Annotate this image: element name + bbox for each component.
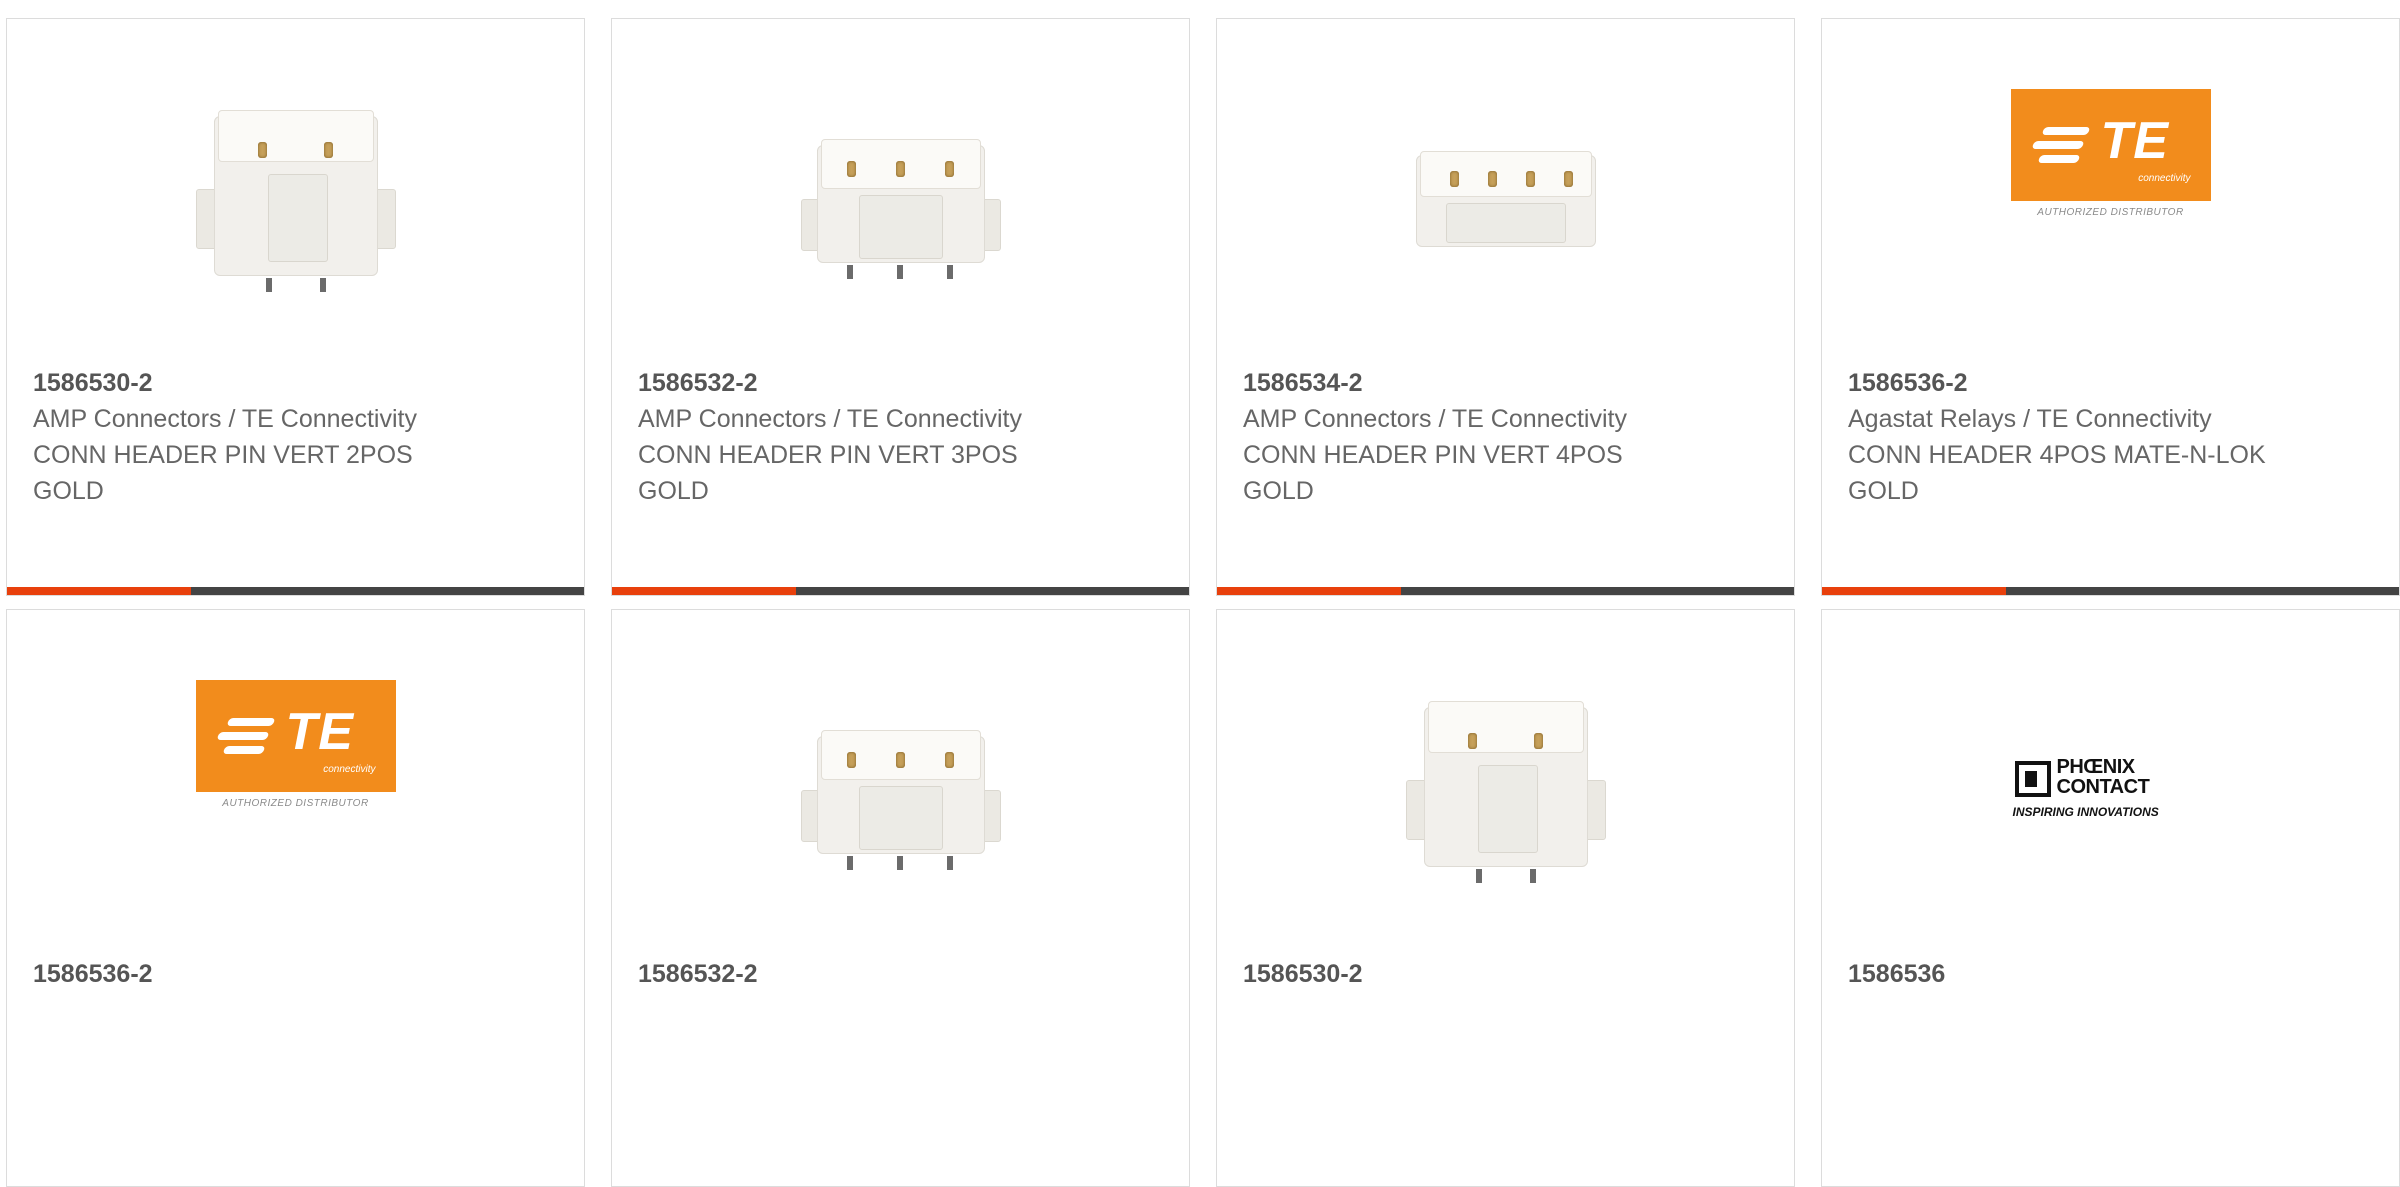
connector-4pos-image: [1406, 99, 1606, 299]
product-grid: 1586530-2 AMP Connectors / TE Connectivi…: [0, 0, 2400, 1187]
part-number[interactable]: 1586534-2: [1243, 365, 1673, 401]
product-image[interactable]: [1217, 680, 1794, 900]
product-card[interactable]: 1586530-2 AMP Connectors / TE Connectivi…: [6, 18, 585, 596]
part-number[interactable]: 1586536: [1848, 956, 2278, 992]
product-card[interactable]: 1586534-2 AMP Connectors / TE Connectivi…: [1216, 18, 1795, 596]
connector-3pos-image: [800, 99, 1001, 299]
part-number[interactable]: 1586532-2: [638, 956, 1068, 992]
product-card[interactable]: TE connectivity AUTHORIZED DISTRIBUTOR 1…: [1821, 18, 2400, 596]
part-number[interactable]: 1586536-2: [1848, 365, 2278, 401]
product-card[interactable]: TE connectivity AUTHORIZED DISTRIBUTOR 1…: [6, 609, 585, 1187]
product-image[interactable]: [612, 680, 1189, 900]
part-number[interactable]: 1586530-2: [33, 365, 463, 401]
te-connectivity-logo: TE connectivity AUTHORIZED DISTRIBUTOR: [2010, 89, 2211, 229]
product-image[interactable]: PHŒNIX CONTACT INSPIRING INNOVATIONS: [1822, 680, 2399, 900]
product-image[interactable]: TE connectivity AUTHORIZED DISTRIBUTOR: [7, 680, 584, 900]
description: CONN HEADER PIN VERT 4POS GOLD: [1243, 441, 1623, 505]
product-image[interactable]: TE connectivity AUTHORIZED DISTRIBUTOR: [1822, 89, 2399, 309]
accent-bar: [1822, 587, 2399, 595]
phoenix-contact-logo: PHŒNIX CONTACT INSPIRING INNOVATIONS: [2012, 756, 2159, 819]
product-card[interactable]: 1586532-2: [611, 609, 1190, 1187]
manufacturer: AMP Connectors / TE Connectivity: [638, 405, 1022, 433]
product-card[interactable]: 1586532-2 AMP Connectors / TE Connectivi…: [611, 18, 1190, 596]
description: CONN HEADER 4POS MATE-N-LOK GOLD: [1848, 441, 2266, 505]
part-number[interactable]: 1586532-2: [638, 365, 1068, 401]
product-image[interactable]: [7, 89, 584, 309]
part-number[interactable]: 1586530-2: [1243, 956, 1673, 992]
manufacturer: AMP Connectors / TE Connectivity: [1243, 405, 1627, 433]
manufacturer: AMP Connectors / TE Connectivity: [33, 405, 417, 433]
accent-bar: [7, 587, 584, 595]
product-card[interactable]: PHŒNIX CONTACT INSPIRING INNOVATIONS 1586…: [1821, 609, 2400, 1187]
product-card[interactable]: 1586530-2: [1216, 609, 1795, 1187]
manufacturer: Agastat Relays / TE Connectivity: [1848, 405, 2212, 433]
connector-2pos-image: [195, 94, 396, 304]
description: CONN HEADER PIN VERT 3POS GOLD: [638, 441, 1018, 505]
connector-2pos-image: [1405, 685, 1606, 895]
connector-3pos-image: [800, 690, 1001, 890]
product-image[interactable]: [1217, 89, 1794, 309]
te-connectivity-logo: TE connectivity AUTHORIZED DISTRIBUTOR: [195, 680, 396, 820]
product-image[interactable]: [612, 89, 1189, 309]
description: CONN HEADER PIN VERT 2POS GOLD: [33, 441, 413, 505]
accent-bar: [1217, 587, 1794, 595]
accent-bar: [612, 587, 1189, 595]
part-number[interactable]: 1586536-2: [33, 956, 463, 992]
